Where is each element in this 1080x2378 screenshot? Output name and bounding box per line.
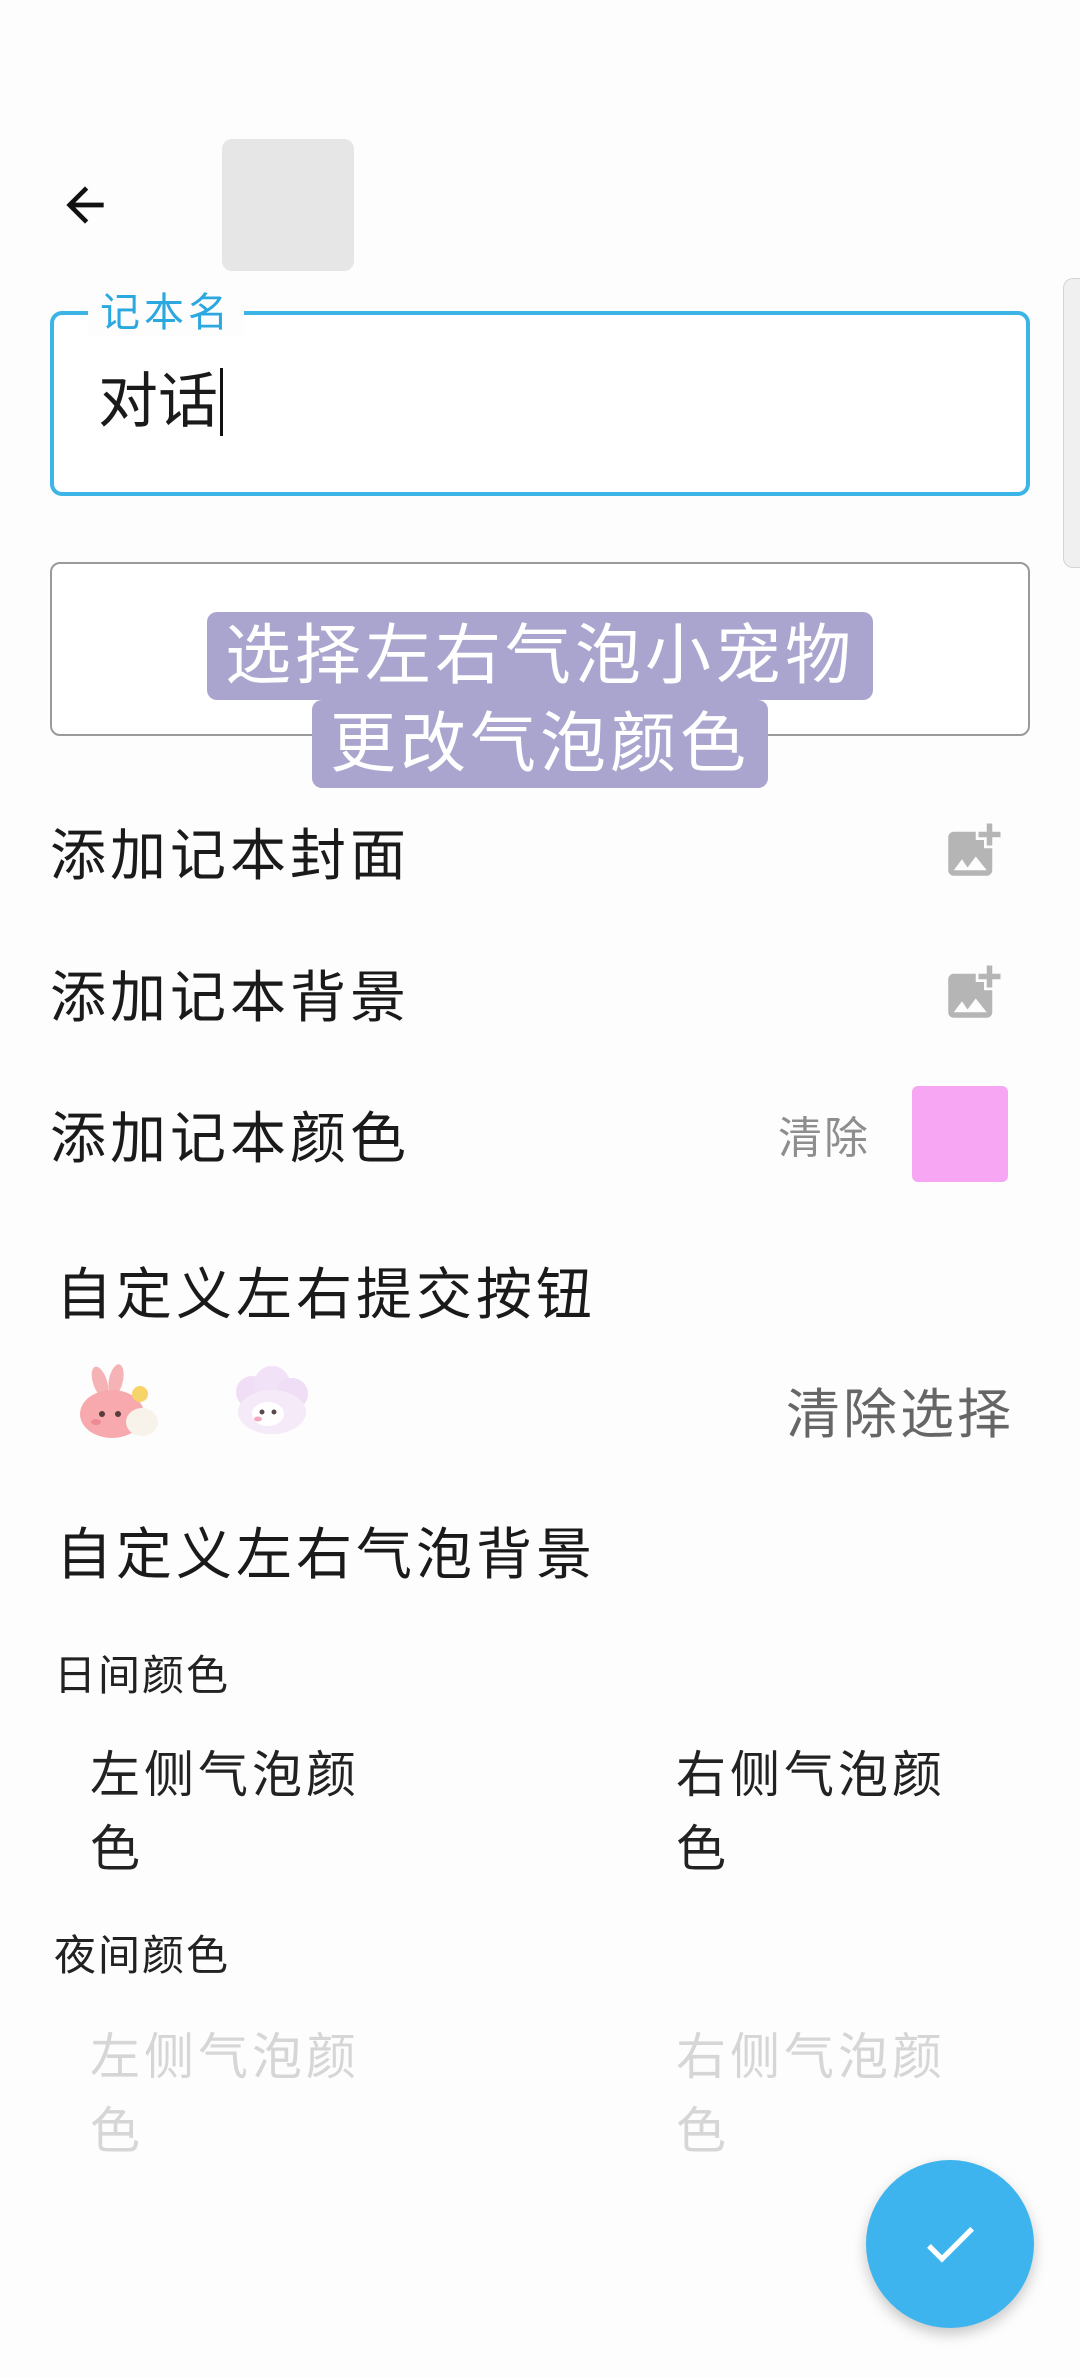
notebook-name-field[interactable]: 记本名 对话 [50,289,1030,496]
night-right-bubble-color[interactable]: 右侧气泡颜色 [676,2020,976,2168]
notebook-name-text: 对话 [98,367,218,437]
bubble-backgrounds-title: 自定义左右气泡背景 [56,1523,596,1588]
day-left-bubble-color[interactable]: 左侧气泡颜色 [90,1738,390,1886]
notebook-settings-screen: 记本名 对话 选择左右气泡小宠物 更改气泡颜色 添加记本封面 添加记本背景 添加… [0,0,1080,2378]
add-background-label: 添加记本背景 [50,965,410,1031]
sheep-icon[interactable] [228,1362,318,1442]
add-image-icon[interactable] [940,960,1006,1026]
day-colors-title: 日间颜色 [54,1651,231,1700]
clear-selection-button[interactable]: 清除选择 [786,1370,1014,1449]
color-swatch[interactable] [912,1086,1008,1182]
add-cover-row[interactable]: 添加记本封面 [50,806,1030,896]
add-color-row[interactable]: 添加记本颜色 清除 [50,1086,1030,1182]
submit-buttons-title: 自定义左右提交按钮 [56,1263,596,1328]
arrow-left-icon [66,186,104,224]
back-button[interactable] [50,170,120,240]
add-image-icon[interactable] [940,818,1006,884]
overlay-line-1: 选择左右气泡小宠物 [207,612,873,700]
notebook-name-value[interactable]: 对话 [98,367,223,437]
clear-color-button[interactable]: 清除 [778,1102,870,1166]
overlay-caption: 选择左右气泡小宠物 更改气泡颜色 [50,612,1030,788]
day-right-bubble-color[interactable]: 右侧气泡颜色 [676,1738,976,1886]
scrollbar[interactable] [1063,278,1080,568]
night-colors-title: 夜间颜色 [54,1931,231,1980]
add-color-label: 添加记本颜色 [50,1106,410,1172]
check-icon [927,2226,974,2263]
text-caret [220,368,223,436]
overlay-line-2: 更改气泡颜色 [312,700,768,788]
add-background-row[interactable]: 添加记本背景 [50,948,1030,1038]
night-left-bubble-color[interactable]: 左侧气泡颜色 [90,2020,390,2168]
confirm-button[interactable] [866,2160,1034,2328]
notebook-thumbnail[interactable] [222,139,354,271]
notebook-name-label: 记本名 [88,289,244,337]
bunny-icon[interactable] [72,1364,162,1444]
add-cover-label: 添加记本封面 [50,823,410,889]
